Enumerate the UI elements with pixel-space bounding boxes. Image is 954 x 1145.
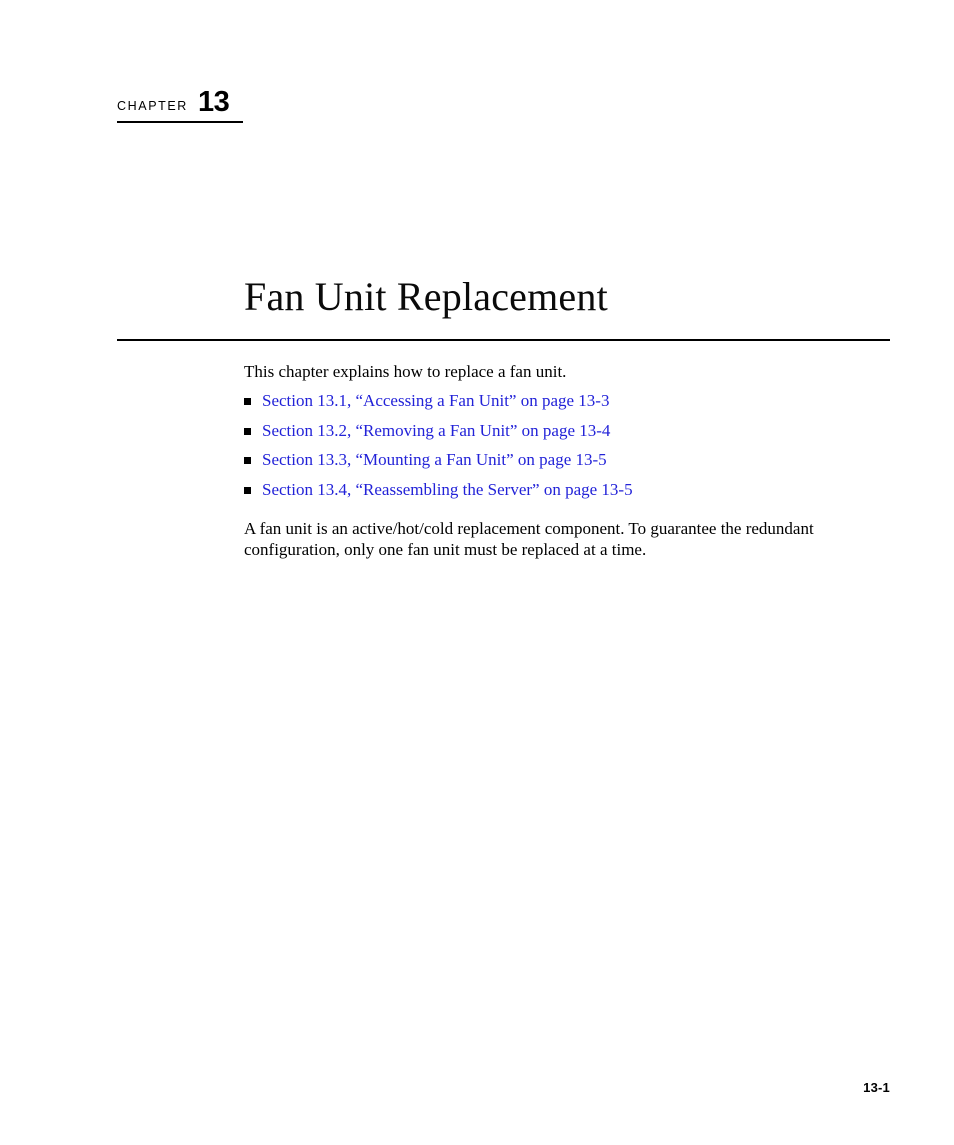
list-item: Section 13.3, “Mounting a Fan Unit” on p…: [244, 450, 890, 470]
cross-reference-link[interactable]: Section 13.4, “Reassembling the Server” …: [262, 480, 633, 500]
chapter-header: CHAPTER 13: [117, 88, 243, 118]
page-title: Fan Unit Replacement: [244, 273, 608, 319]
document-page: CHAPTER 13 Fan Unit Replacement This cha…: [0, 0, 954, 1145]
intro-paragraph: This chapter explains how to replace a f…: [244, 362, 567, 381]
chapter-header-line: CHAPTER 13: [117, 88, 243, 118]
cross-reference-link[interactable]: Section 13.2, “Removing a Fan Unit” on p…: [262, 421, 610, 441]
chapter-content: This chapter explains how to replace a f…: [244, 361, 890, 561]
square-bullet-icon: [244, 398, 251, 405]
square-bullet-icon: [244, 457, 251, 464]
cross-reference-list: Section 13.1, “Accessing a Fan Unit” on …: [244, 391, 890, 500]
cross-reference-link[interactable]: Section 13.1, “Accessing a Fan Unit” on …: [262, 391, 609, 411]
title-divider-rule: [117, 339, 890, 341]
chapter-header-rule: [117, 121, 243, 123]
chapter-label: CHAPTER: [117, 99, 188, 113]
list-item: Section 13.4, “Reassembling the Server” …: [244, 480, 890, 500]
list-item: Section 13.2, “Removing a Fan Unit” on p…: [244, 421, 890, 441]
page-number: 13-1: [863, 1080, 890, 1095]
square-bullet-icon: [244, 427, 251, 435]
page-footer: 13-1: [117, 1079, 890, 1097]
chapter-number: 13: [197, 86, 230, 118]
cross-reference-link[interactable]: Section 13.3, “Mounting a Fan Unit” on p…: [262, 450, 607, 470]
list-item: Section 13.1, “Accessing a Fan Unit” on …: [244, 391, 890, 411]
square-bullet-icon: [244, 486, 251, 494]
closing-paragraph: A fan unit is an active/hot/cold replace…: [244, 518, 814, 560]
